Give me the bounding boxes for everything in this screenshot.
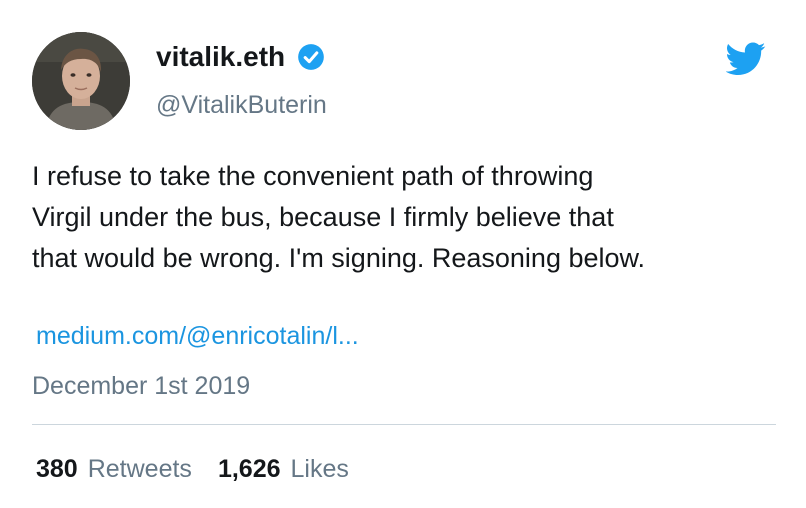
- verified-badge-icon: [298, 44, 325, 70]
- tweet-text: I refuse to take the convenient path of …: [32, 156, 772, 279]
- likes-label: Likes: [290, 454, 349, 483]
- twitter-bird-icon[interactable]: [726, 42, 766, 76]
- tweet-link[interactable]: medium.com/@enricotalin/l...: [36, 320, 359, 352]
- retweets-stat[interactable]: 380 Retweets: [36, 455, 192, 484]
- retweets-count: 380: [36, 454, 78, 483]
- tweet-stats: 380 Retweets 1,626 Likes: [36, 452, 375, 486]
- tweet-date[interactable]: December 1st 2019: [32, 370, 250, 402]
- tweet-text-line: I refuse to take the convenient path of …: [32, 161, 594, 191]
- user-avatar-photo: [32, 32, 130, 130]
- retweets-label: Retweets: [87, 454, 192, 483]
- tweet-text-line: that would be wrong. I'm signing. Reason…: [32, 243, 646, 273]
- display-name-row: vitalik.eth: [156, 40, 325, 74]
- likes-count: 1,626: [217, 454, 281, 483]
- divider: [32, 424, 776, 425]
- tweet-text-line: Virgil under the bus, because I firmly b…: [32, 202, 614, 232]
- user-handle[interactable]: @VitalikButerin: [156, 90, 327, 120]
- display-name[interactable]: vitalik.eth: [156, 40, 285, 74]
- tweet-card: vitalik.eth @VitalikButerin I refuse to …: [0, 0, 806, 508]
- likes-stat[interactable]: 1,626 Likes: [218, 455, 349, 484]
- avatar[interactable]: [32, 32, 130, 130]
